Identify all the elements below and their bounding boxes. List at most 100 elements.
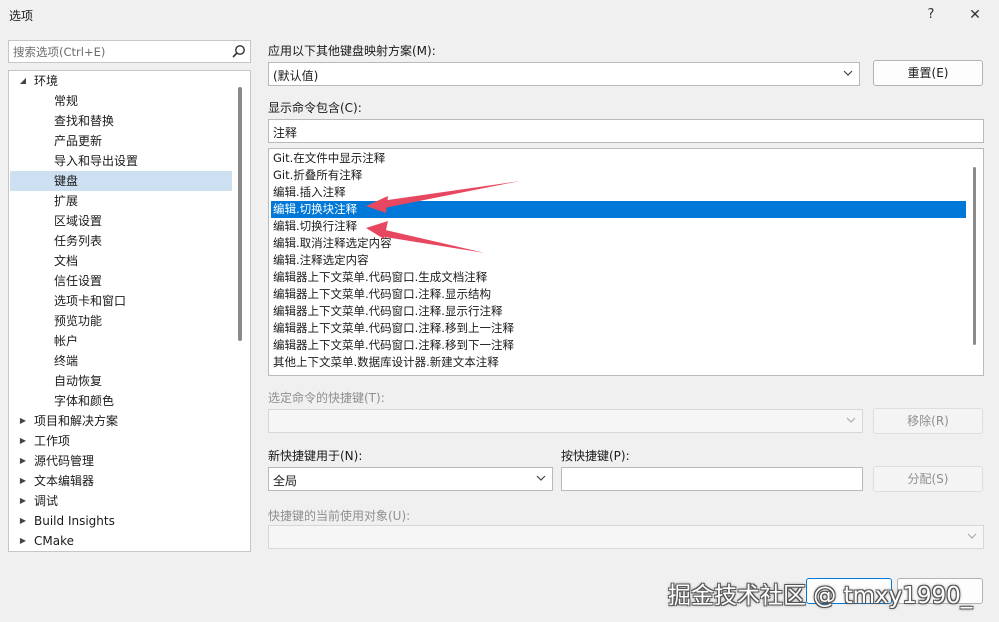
expand-triangle-icon[interactable]: ▶	[18, 431, 28, 451]
tree-item-label: 键盘	[54, 174, 79, 188]
shortcut-used-by-label: 快捷键的当前使用对象(U):	[268, 509, 411, 523]
chevron-down-icon	[843, 70, 853, 76]
help-button[interactable]: ?	[920, 4, 942, 26]
tree-item-preview-features[interactable]: 预览功能	[10, 311, 232, 331]
collapse-triangle-icon[interactable]: ◢	[18, 71, 28, 91]
mapping-scheme-label: 应用以下其他键盘映射方案(M):	[268, 44, 436, 58]
watermark-text: 掘金技术社区 @ tmxy1990_	[668, 583, 973, 609]
tree-item-label: 常规	[54, 94, 79, 108]
chevron-down-icon	[967, 533, 977, 539]
tree-item-documents[interactable]: 文档	[10, 251, 232, 271]
current-shortcuts-label: 选定命令的快捷键(T):	[268, 391, 385, 405]
tree-item-product-updates[interactable]: 产品更新	[10, 131, 232, 151]
tree-item-terminal[interactable]: 终端	[10, 351, 232, 371]
new-shortcut-scope-dropdown[interactable]: 全局	[268, 467, 553, 491]
tree-item-task-list[interactable]: 任务列表	[10, 231, 232, 251]
tree-item-general[interactable]: 常规	[10, 91, 232, 111]
tree-item-label: 环境	[34, 74, 59, 88]
tree-item-import-export[interactable]: 导入和导出设置	[10, 151, 232, 171]
search-input[interactable]: 搜索选项(Ctrl+E)	[8, 40, 251, 63]
tree-item-label: CMake	[34, 534, 74, 548]
tree-item-label: 调试	[34, 494, 59, 508]
tree-item-work-items[interactable]: ▶ 工作项	[10, 431, 232, 451]
search-placeholder: 搜索选项(Ctrl+E)	[13, 45, 106, 59]
command-list-item[interactable]: 编辑器上下文菜单.代码窗口.注释.移到下一注释	[271, 337, 966, 354]
command-list[interactable]: Git.在文件中显示注释 Git.折叠所有注释 编辑.插入注释 编辑.切换块注释…	[268, 148, 984, 376]
tree-item-label: 源代码管理	[34, 454, 95, 468]
expand-triangle-icon[interactable]: ▶	[18, 411, 28, 431]
tree-item-label: 字体和颜色	[54, 394, 115, 408]
tree-item-projects-solutions[interactable]: ▶ 项目和解决方案	[10, 411, 232, 431]
tree-scrollbar-thumb[interactable]	[238, 87, 242, 341]
command-list-item[interactable]: Git.在文件中显示注释	[271, 150, 966, 167]
mapping-scheme-dropdown[interactable]: (默认值)	[268, 62, 860, 86]
shortcut-used-by-dropdown[interactable]	[268, 525, 984, 549]
tree-item-accounts[interactable]: 帐户	[10, 331, 232, 351]
tree-item-locale[interactable]: 区域设置	[10, 211, 232, 231]
command-list-item[interactable]: 编辑器上下文菜单.代码窗口.注释.显示行注释	[271, 303, 966, 320]
tree-item-environment[interactable]: ◢ 环境	[10, 71, 232, 91]
tree-item-keyboard[interactable]: 键盘	[10, 171, 232, 191]
tree-item-label: 产品更新	[54, 134, 103, 148]
tree-item-label: 信任设置	[54, 274, 103, 288]
reset-button[interactable]: 重置(E)	[873, 60, 983, 86]
tree-item-tabs-windows[interactable]: 选项卡和窗口	[10, 291, 232, 311]
expand-triangle-icon[interactable]: ▶	[18, 491, 28, 511]
chevron-down-icon	[536, 475, 546, 481]
tree-item-label: Build Insights	[34, 514, 115, 528]
tree-item-label: 查找和替换	[54, 114, 115, 128]
tree-item-label: 选项卡和窗口	[54, 294, 127, 308]
tree-item-label: 文本编辑器	[34, 474, 95, 488]
tree-item-find-replace[interactable]: 查找和替换	[10, 111, 232, 131]
tree-item-label: 终端	[54, 354, 79, 368]
command-list-item[interactable]: 编辑器上下文菜单.代码窗口.注释.显示结构	[271, 286, 966, 303]
new-shortcut-scope-value: 全局	[273, 474, 298, 488]
command-list-scrollbar-thumb[interactable]	[973, 167, 976, 345]
press-shortcut-input[interactable]	[561, 467, 863, 491]
command-filter-input[interactable]: 注释	[268, 119, 984, 143]
close-button[interactable]: ✕	[962, 4, 988, 26]
tree-item-debugging[interactable]: ▶ 调试	[10, 491, 232, 511]
chevron-down-icon	[846, 417, 856, 423]
current-shortcuts-dropdown[interactable]	[268, 409, 863, 433]
tree-item-label: 帐户	[54, 334, 79, 348]
tree-item-fonts-colors[interactable]: 字体和颜色	[10, 391, 232, 411]
tree-item-label: 预览功能	[54, 314, 103, 328]
tree-item-extensions[interactable]: 扩展	[10, 191, 232, 211]
command-list-item-selected[interactable]: 编辑.切换块注释	[271, 201, 966, 218]
tree-item-source-control[interactable]: ▶ 源代码管理	[10, 451, 232, 471]
assign-button[interactable]: 分配(S)	[873, 466, 983, 492]
tree-item-label: 任务列表	[54, 234, 103, 248]
command-list-item[interactable]: 编辑.插入注释	[271, 184, 966, 201]
tree-item-label: 导入和导出设置	[54, 154, 139, 168]
command-list-item[interactable]: 其他上下文菜单.数据库设计器.新建文本注释	[271, 354, 966, 371]
search-icon[interactable]	[231, 44, 246, 59]
tree-item-trust-settings[interactable]: 信任设置	[10, 271, 232, 291]
command-list-item[interactable]: 编辑.注释选定内容	[271, 252, 966, 269]
tree-item-label: 区域设置	[54, 214, 103, 228]
command-list-item[interactable]: Git.折叠所有注释	[271, 167, 966, 184]
press-shortcut-label: 按快捷键(P):	[561, 449, 630, 463]
new-shortcut-scope-label: 新快捷键用于(N):	[268, 449, 363, 463]
remove-button[interactable]: 移除(R)	[873, 408, 983, 434]
command-list-item[interactable]: 编辑器上下文菜单.代码窗口.生成文档注释	[271, 269, 966, 286]
options-tree[interactable]: ◢ 环境 常规 查找和替换 产品更新 导入和导出设置 键盘 扩展 区域设置 任务…	[8, 70, 251, 552]
filter-label: 显示命令包含(C):	[268, 101, 362, 115]
tree-item-label: 工作项	[34, 434, 71, 448]
command-list-item[interactable]: 编辑器上下文菜单.代码窗口.注释.移到上一注释	[271, 320, 966, 337]
expand-triangle-icon[interactable]: ▶	[18, 511, 28, 531]
command-list-item[interactable]: 编辑.切换行注释	[271, 218, 966, 235]
expand-triangle-icon[interactable]: ▶	[18, 451, 28, 471]
window-title: 选项	[9, 9, 34, 23]
tree-item-text-editor[interactable]: ▶ 文本编辑器	[10, 471, 232, 491]
command-list-item[interactable]: 编辑.取消注释选定内容	[271, 235, 966, 252]
tree-item-build-insights[interactable]: ▶ Build Insights	[10, 511, 232, 531]
title-bar: 选项 ? ✕	[0, 0, 999, 32]
tree-item-autorecover[interactable]: 自动恢复	[10, 371, 232, 391]
tree-item-label: 项目和解决方案	[34, 414, 119, 428]
expand-triangle-icon[interactable]: ▶	[18, 471, 28, 491]
tree-item-cmake[interactable]: ▶ CMake	[10, 531, 232, 551]
expand-triangle-icon[interactable]: ▶	[18, 531, 28, 551]
tree-item-label: 扩展	[54, 194, 79, 208]
tree-item-label: 自动恢复	[54, 374, 103, 388]
